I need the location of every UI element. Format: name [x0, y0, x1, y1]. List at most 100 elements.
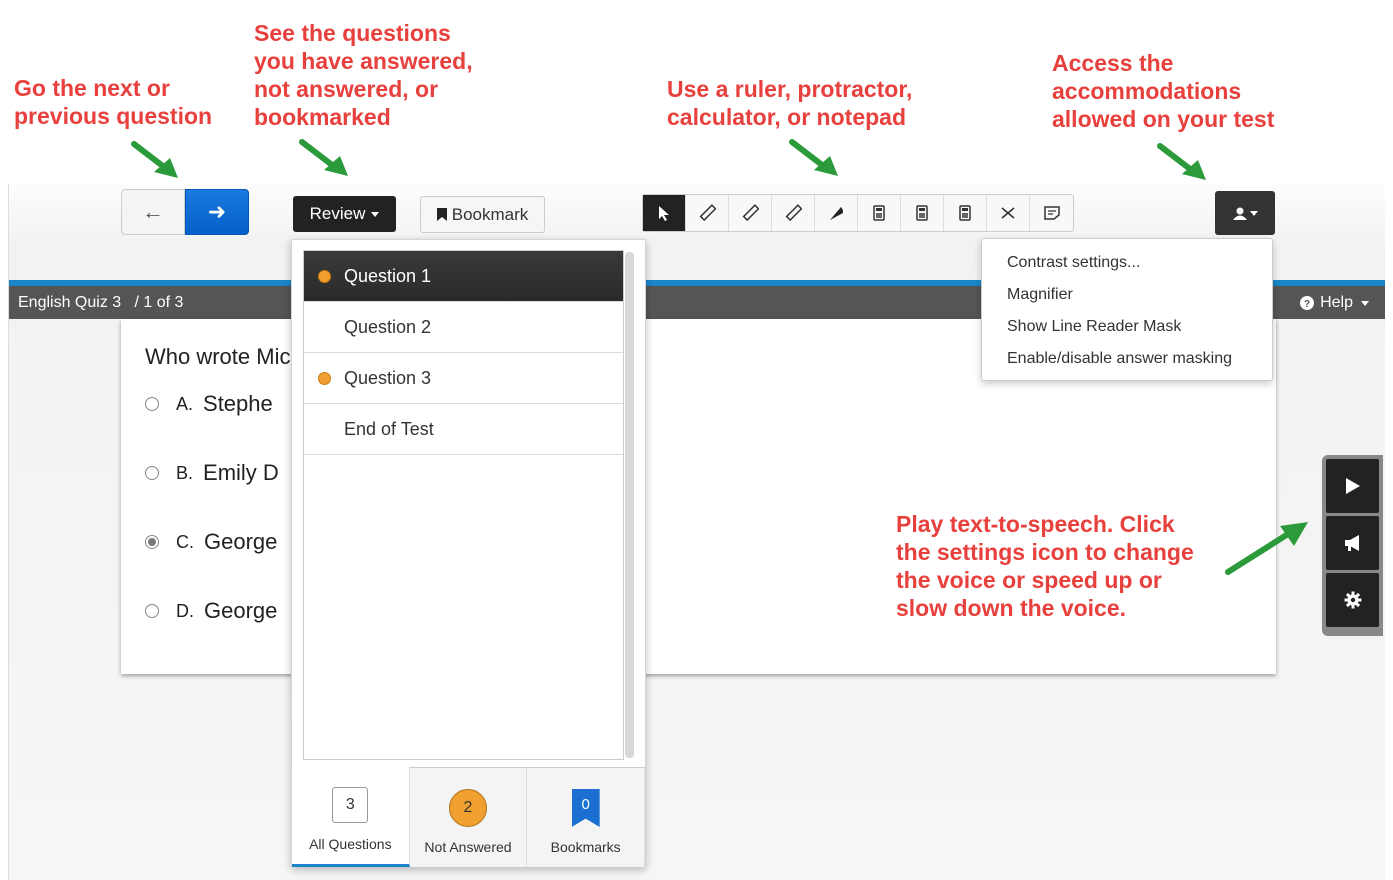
user-icon	[1232, 207, 1247, 220]
calculator-icon	[916, 205, 928, 221]
radio-button-selected[interactable]	[145, 535, 159, 549]
radio-button[interactable]	[145, 604, 159, 618]
radio-button[interactable]	[145, 397, 159, 411]
review-button[interactable]: Review	[293, 196, 396, 232]
answer-option-c[interactable]: C. George	[145, 529, 277, 555]
tab-not-answered[interactable]: 2 Not Answered	[409, 767, 528, 867]
ruler-icon	[785, 204, 802, 222]
answer-option-a[interactable]: A. Stephe	[145, 391, 273, 417]
tab-all-questions[interactable]: 3 All Questions	[292, 767, 410, 867]
review-item-question-2[interactable]: Question 2	[304, 302, 623, 353]
question-text: Who wrote Mic	[145, 344, 291, 369]
caret-down-icon	[371, 211, 380, 217]
megaphone-icon	[1344, 535, 1359, 551]
accommodations-menu: Contrast settings... Magnifier Show Line…	[981, 238, 1273, 381]
cross-out-tool[interactable]	[987, 195, 1030, 231]
answer-option-b[interactable]: B. Emily D	[145, 460, 279, 486]
pointer-icon	[659, 206, 669, 221]
protractor-tool[interactable]	[815, 195, 858, 231]
caret-down-icon	[1361, 300, 1369, 306]
annotation-accommodations: Access the accommodations allowed on you…	[1052, 50, 1275, 132]
help-button[interactable]: ? Help	[1300, 294, 1369, 312]
review-item-question-3[interactable]: Question 3	[304, 353, 623, 404]
calculator-icon	[959, 205, 971, 221]
option-text: Emily D	[203, 460, 279, 485]
menu-item-contrast-settings[interactable]: Contrast settings...	[982, 247, 1272, 279]
accommodations-button[interactable]	[1215, 191, 1275, 235]
review-scrollbar[interactable]	[625, 252, 634, 758]
bookmark-icon	[436, 208, 447, 221]
menu-item-magnifier[interactable]: Magnifier	[982, 279, 1272, 311]
review-item-question-1[interactable]: Question 1	[304, 251, 623, 302]
option-letter: A.	[176, 393, 194, 414]
option-text: Stephe	[203, 391, 273, 416]
question-circle-icon: ?	[1300, 296, 1315, 310]
text-to-speech-panel	[1322, 455, 1383, 636]
help-label: Help	[1320, 294, 1353, 311]
unanswered-dot-icon	[318, 372, 331, 385]
arrow-nav	[131, 141, 178, 178]
arrow-review	[299, 139, 348, 176]
review-item-label: Question 3	[344, 367, 432, 388]
svg-text:?: ?	[1304, 299, 1310, 310]
menu-item-line-reader-mask[interactable]: Show Line Reader Mask	[982, 311, 1272, 343]
option-letter: B.	[176, 462, 194, 483]
calculator-tool-1[interactable]	[858, 195, 901, 231]
protractor-icon	[830, 207, 844, 220]
annotation-tts: Play text-to-speech. Click the settings …	[896, 511, 1194, 621]
calculator-tool-3[interactable]	[944, 195, 987, 231]
speak-selection-button[interactable]	[1326, 516, 1379, 570]
question-position: / 1 of 3	[134, 294, 184, 311]
notepad-tool[interactable]	[1030, 195, 1073, 231]
ruler-tool-2[interactable]	[729, 195, 772, 231]
play-icon	[1345, 478, 1360, 494]
gear-icon	[1344, 591, 1361, 609]
bookmarks-count: 0	[571, 789, 600, 827]
speech-settings-button[interactable]	[1326, 573, 1379, 627]
review-filter-tabs: 3 All Questions 2 Not Answered 0 Bookmar…	[292, 767, 646, 867]
ruler-icon	[742, 204, 759, 222]
arrow-accommodations	[1157, 143, 1206, 180]
arrow-tools	[789, 139, 838, 176]
notepad-icon	[1043, 206, 1060, 220]
calculator-icon	[873, 205, 885, 221]
unanswered-dot-icon	[318, 270, 331, 283]
option-text: George	[204, 598, 278, 623]
next-question-button[interactable]: ➜	[185, 189, 249, 235]
not-answered-count: 2	[449, 789, 487, 827]
menu-item-answer-masking[interactable]: Enable/disable answer masking	[982, 343, 1272, 375]
calculator-tool-2[interactable]	[901, 195, 944, 231]
ruler-tool-1[interactable]	[686, 195, 729, 231]
review-item-label: Question 2	[344, 316, 432, 337]
play-speech-button[interactable]	[1326, 459, 1379, 513]
tab-label: Not Answered	[424, 839, 512, 855]
option-letter: C.	[176, 531, 194, 552]
ruler-tool-3[interactable]	[772, 195, 815, 231]
bookmark-button[interactable]: Bookmark	[420, 196, 545, 233]
quiz-title: English Quiz 3 / 1 of 3	[18, 294, 183, 312]
review-item-label: Question 1	[344, 265, 432, 286]
review-dropdown: Question 1 Question 2 Question 3 End of …	[291, 239, 646, 867]
all-questions-count: 3	[332, 787, 369, 823]
pointer-tool[interactable]	[643, 195, 686, 231]
option-letter: D.	[176, 600, 194, 621]
ruler-icon	[699, 204, 716, 222]
annotation-nav: Go the next or previous question	[14, 75, 213, 129]
answer-option-d[interactable]: D. George	[145, 598, 277, 624]
option-text: George	[204, 529, 278, 554]
tab-bookmarks[interactable]: 0 Bookmarks	[527, 767, 646, 867]
arrow-right-icon: ➜	[207, 199, 227, 224]
review-item-end-of-test[interactable]: End of Test	[304, 404, 623, 455]
review-question-list: Question 1 Question 2 Question 3 End of …	[303, 250, 624, 760]
tools-group	[642, 194, 1074, 232]
radio-button[interactable]	[145, 466, 159, 480]
arrow-left-icon: ←	[142, 199, 164, 224]
tab-label: Bookmarks	[550, 839, 621, 855]
bookmark-label: Bookmark	[451, 204, 529, 224]
review-item-label: End of Test	[344, 418, 434, 439]
arrow-tts	[1225, 522, 1308, 575]
annotation-review: See the questions you have answered, not…	[254, 20, 473, 130]
previous-question-button[interactable]: ←	[121, 189, 185, 235]
annotation-tools: Use a ruler, protractor, calculator, or …	[667, 76, 913, 130]
quiz-name: English Quiz 3	[18, 294, 122, 311]
